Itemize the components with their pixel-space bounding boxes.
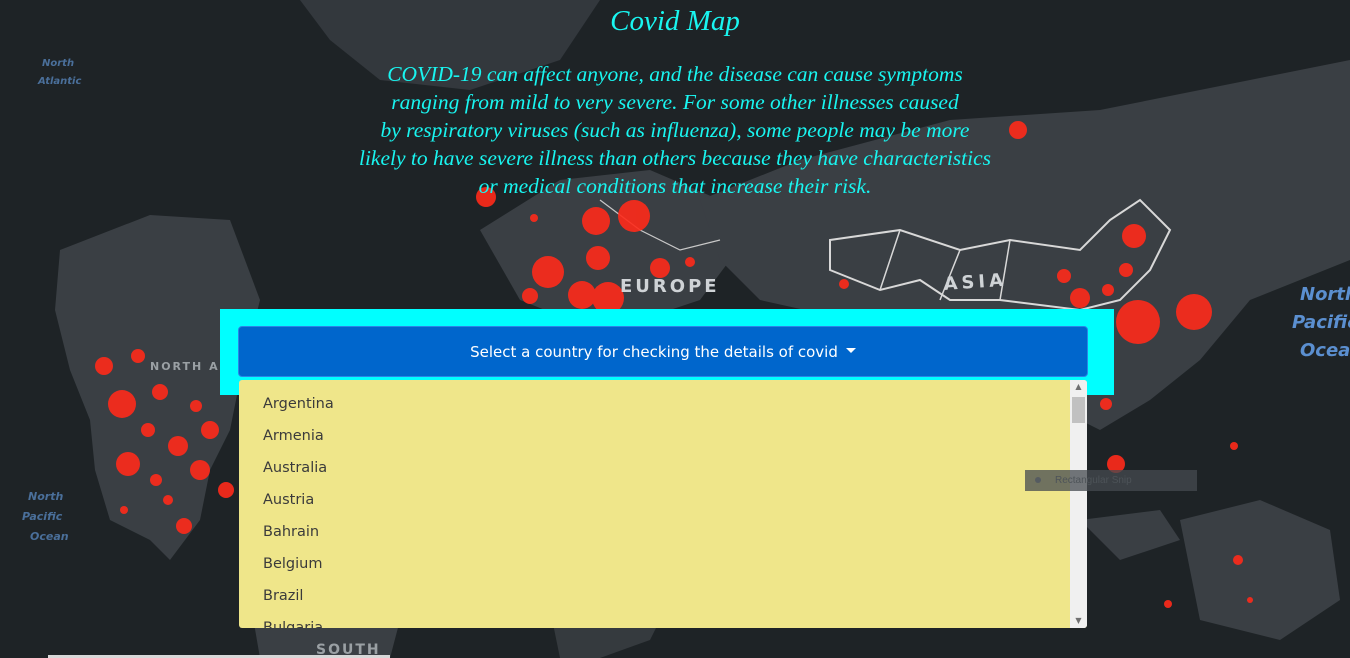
north-pacific-left-label-line3: Ocean	[30, 530, 69, 543]
dropdown-button-label: Select a country for checking the detail…	[470, 342, 838, 361]
intro-line: likely to have severe illness than other…	[358, 146, 992, 170]
country-dropdown-menu[interactable]: Argentina Armenia Australia Austria Bahr…	[239, 380, 1087, 628]
north-pacific-label-line2: Pacific	[1292, 312, 1350, 333]
page-title: Covid Map	[610, 5, 740, 37]
north-pacific-label-line3: Ocean	[1300, 340, 1350, 361]
intro-paragraph: COVID-19 can affect anyone, and the dise…	[310, 60, 1040, 200]
asia-label: ASIA	[943, 270, 1008, 295]
caret-down-icon	[845, 348, 856, 353]
north-pacific-left-label-line1: North	[28, 490, 63, 503]
dropdown-item-austria[interactable]: Austria	[239, 484, 1087, 516]
dropdown-item-brazil[interactable]: Brazil	[239, 580, 1087, 612]
snip-icon	[1035, 477, 1041, 483]
dropdown-item-armenia[interactable]: Armenia	[239, 420, 1087, 452]
scroll-up-arrow-icon[interactable]: ▲	[1070, 380, 1087, 394]
rectangular-snip-overlay: Rectangular Snip	[1025, 470, 1197, 491]
intro-line: ranging from mild to very severe. For so…	[391, 90, 959, 114]
dropdown-item-australia[interactable]: Australia	[239, 452, 1087, 484]
north-pacific-left-label-line2: Pacific	[22, 510, 63, 523]
scroll-down-arrow-icon[interactable]: ▼	[1070, 614, 1087, 628]
dropdown-item-argentina[interactable]: Argentina	[239, 388, 1087, 420]
scrollbar-thumb[interactable]	[1072, 397, 1085, 423]
north-atlantic-label-line1: North	[42, 58, 74, 69]
intro-line: by respiratory viruses (such as influenz…	[380, 118, 970, 142]
europe-label: EUROPE	[620, 276, 720, 297]
dropdown-item-bulgaria[interactable]: Bulgaria	[239, 612, 1087, 628]
north-pacific-label-line1: North	[1300, 284, 1350, 305]
north-atlantic-label-line2: Atlantic	[37, 76, 81, 87]
dropdown-item-bahrain[interactable]: Bahrain	[239, 516, 1087, 548]
dropdown-scrollbar[interactable]: ▲ ▼	[1070, 380, 1087, 628]
dropdown-item-belgium[interactable]: Belgium	[239, 548, 1087, 580]
intro-line: or medical conditions that increase thei…	[478, 174, 872, 198]
intro-line: COVID-19 can affect anyone, and the dise…	[387, 62, 963, 86]
country-dropdown-button[interactable]: Select a country for checking the detail…	[238, 326, 1088, 377]
snip-label: Rectangular Snip	[1055, 475, 1132, 486]
